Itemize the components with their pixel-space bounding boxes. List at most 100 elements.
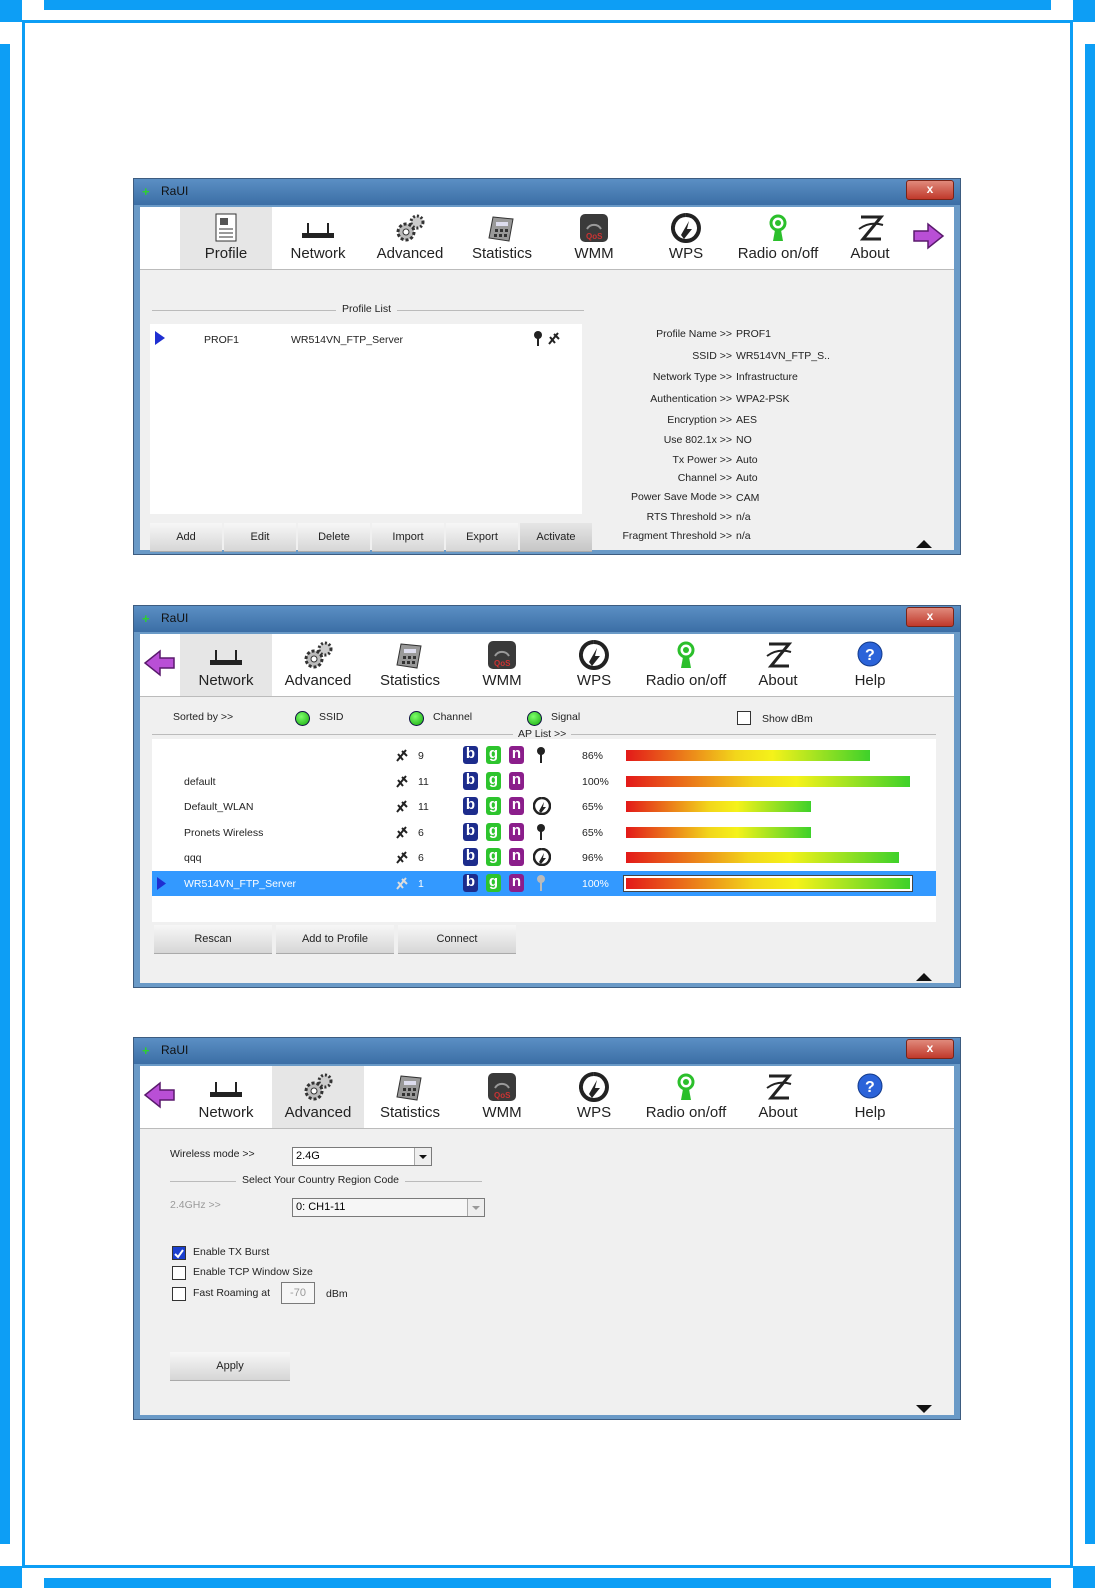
tcp-window-label: Enable TCP Window Size — [193, 1266, 313, 1278]
add-button[interactable]: Add — [150, 523, 222, 552]
tab-radio[interactable]: Radio on/off — [732, 207, 824, 269]
infrastructure-icon — [396, 749, 408, 762]
ap-signal: 65% — [582, 826, 604, 839]
fast-roaming-label: Fast Roaming at — [193, 1287, 271, 1299]
help-icon: ? — [824, 1072, 916, 1102]
ap-row[interactable]: default 11 b g n 100% — [152, 769, 936, 795]
tab-about[interactable]: About — [824, 207, 916, 269]
ap-row[interactable]: qqq 6 b g n 96% — [152, 845, 936, 871]
tab-wps-label: WPS — [576, 1104, 612, 1121]
profile-name: PROF1 — [204, 334, 240, 346]
lock-icon — [537, 823, 545, 840]
apply-button[interactable]: Apply — [170, 1352, 290, 1381]
triangle-up-icon — [916, 973, 932, 981]
radio-icon — [640, 640, 732, 670]
tab-statistics[interactable]: Statistics — [364, 1066, 456, 1128]
tab-advanced[interactable]: Advanced — [272, 634, 364, 696]
edit-button[interactable]: Edit — [224, 523, 296, 552]
g-badge-icon: g — [486, 873, 501, 892]
roaming-threshold-input[interactable]: -70 — [281, 1282, 315, 1304]
ap-row[interactable]: 9 b g n 86% — [152, 743, 936, 769]
profile-list-title: Profile List — [336, 303, 398, 315]
close-button[interactable]: x — [906, 607, 954, 627]
activate-button[interactable]: Activate — [520, 523, 592, 552]
tx-burst-label: Enable TX Burst — [193, 1246, 270, 1258]
qos-icon: QoS — [456, 1072, 548, 1102]
dropdown-arrow-icon — [467, 1199, 484, 1216]
detail-label: Tx Power >> — [672, 454, 732, 466]
add-to-profile-button[interactable]: Add to Profile — [276, 925, 394, 954]
tab-help[interactable]: ? Help — [824, 634, 916, 696]
tab-radio[interactable]: Radio on/off — [640, 1066, 732, 1128]
detail-label: Encryption >> — [667, 414, 732, 426]
ap-signal: 100% — [582, 775, 609, 788]
tab-advanced[interactable]: Advanced — [364, 207, 456, 269]
next-arrow-icon[interactable] — [912, 221, 946, 251]
close-button[interactable]: x — [906, 180, 954, 200]
statistics-icon — [456, 213, 548, 243]
tab-network[interactable]: Network — [180, 1066, 272, 1128]
ap-channel: 11 — [418, 775, 429, 788]
sort-ssid-label: SSID — [319, 711, 344, 723]
ap-ssid: WR514VN_FTP_Server — [184, 877, 297, 890]
detail-label: Fragment Threshold >> — [622, 530, 732, 542]
b-badge-icon: b — [463, 848, 478, 866]
delete-button[interactable]: Delete — [298, 523, 370, 552]
sorted-by-label: Sorted by >> — [173, 711, 234, 723]
back-arrow-icon[interactable] — [142, 648, 176, 678]
detail-value: PROF1 — [736, 328, 772, 340]
tab-wmm[interactable]: QoS WMM — [456, 1066, 548, 1128]
tab-about[interactable]: About — [732, 634, 824, 696]
tab-wmm-label: WMM — [482, 672, 522, 689]
expand-button[interactable] — [896, 1405, 954, 1415]
tab-wps-label: WPS — [576, 672, 612, 689]
tx-burst-checkbox[interactable] — [172, 1246, 186, 1260]
sort-signal-radio[interactable] — [527, 711, 542, 726]
ap-row[interactable]: Pronets Wireless 6 b g n 65% — [152, 820, 936, 846]
collapse-button[interactable] — [896, 540, 954, 550]
tab-radio[interactable]: Radio on/off — [640, 634, 732, 696]
tab-wps[interactable]: WPS — [548, 634, 640, 696]
tab-about[interactable]: About — [732, 1066, 824, 1128]
fast-roaming-checkbox[interactable] — [172, 1287, 186, 1301]
sort-channel-radio[interactable] — [409, 711, 424, 726]
show-dbm-checkbox[interactable] — [737, 711, 751, 725]
tab-statistics[interactable]: Statistics — [364, 634, 456, 696]
country-region-select[interactable]: 0: CH1-11 — [292, 1198, 485, 1217]
close-button[interactable]: x — [906, 1039, 954, 1059]
detail-label: Authentication >> — [650, 393, 732, 405]
tab-wmm[interactable]: QoS WMM — [548, 207, 640, 269]
infrastructure-icon — [396, 876, 408, 890]
g-badge-icon: g — [486, 822, 501, 841]
import-button[interactable]: Import — [372, 523, 444, 552]
tab-wmm[interactable]: QoS WMM — [456, 634, 548, 696]
tab-profile[interactable]: Profile — [180, 207, 272, 269]
ap-row[interactable]: Default_WLAN 11 b g n 65% — [152, 794, 936, 820]
export-button[interactable]: Export — [446, 523, 518, 552]
detail-value: n/a — [736, 511, 751, 523]
tab-network-label: Network — [198, 1104, 254, 1121]
infrastructure-icon — [396, 851, 408, 864]
tab-wps[interactable]: WPS — [640, 207, 732, 269]
tab-help[interactable]: ? Help — [824, 1066, 916, 1128]
radio-icon — [640, 1072, 732, 1102]
profile-icon — [180, 213, 272, 243]
tab-advanced[interactable]: Advanced — [272, 1066, 364, 1128]
tab-statistics[interactable]: Statistics — [456, 207, 548, 269]
connect-button[interactable]: Connect — [398, 925, 516, 954]
ap-list[interactable]: 9 b g n 86% default 11 b g n 100% Default_WLAN 11 b g n… — [152, 739, 936, 922]
detail-value: AES — [736, 414, 758, 426]
tab-network[interactable]: Network — [272, 207, 364, 269]
back-arrow-icon[interactable] — [142, 1080, 176, 1110]
wireless-mode-select[interactable]: 2.4G — [292, 1147, 432, 1166]
tcp-window-checkbox[interactable] — [172, 1266, 186, 1280]
tab-wps[interactable]: WPS — [548, 1066, 640, 1128]
ap-row[interactable]: WR514VN_FTP_Server 1 b g n 100% — [152, 870, 936, 896]
tab-network[interactable]: Network — [180, 634, 272, 696]
signal-bar — [626, 775, 910, 787]
tab-network-label: Network — [198, 672, 254, 689]
profile-list[interactable]: PROF1 WR514VN_FTP_Server — [150, 324, 582, 514]
sort-ssid-radio[interactable] — [295, 711, 310, 726]
collapse-button[interactable] — [896, 973, 954, 983]
rescan-button[interactable]: Rescan — [154, 925, 272, 954]
